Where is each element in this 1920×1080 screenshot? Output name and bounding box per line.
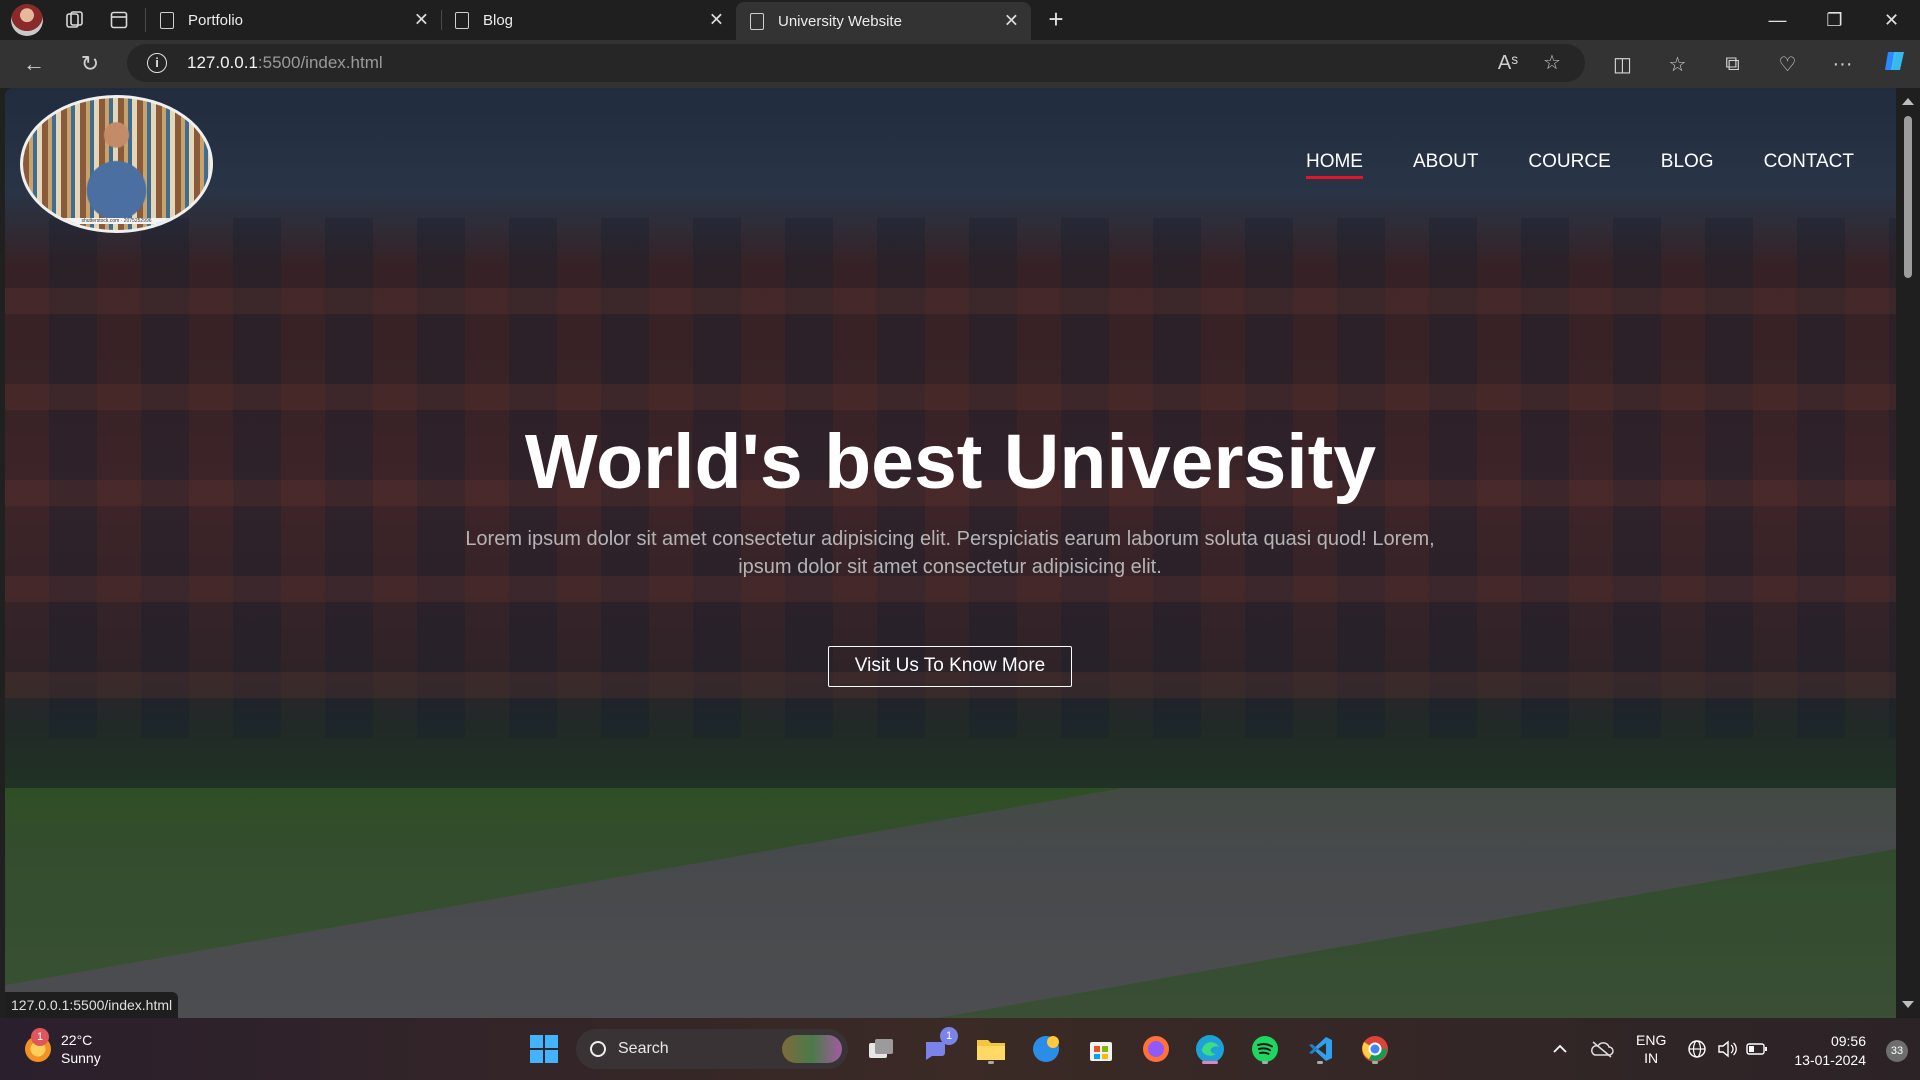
weather-text: 22°C Sunny bbox=[61, 1031, 101, 1067]
site-logo[interactable]: shutterstock.com · 2075252996 bbox=[20, 95, 213, 233]
quick-assist-icon[interactable] bbox=[1028, 1031, 1064, 1067]
close-tab-icon[interactable]: ✕ bbox=[1004, 11, 1019, 32]
window-controls: — ❐ ✕ bbox=[1749, 0, 1920, 40]
split-screen-icon[interactable]: ◫ bbox=[1595, 52, 1650, 77]
favorites-icon[interactable]: ☆ bbox=[1650, 52, 1705, 77]
status-url-tooltip: 127.0.0.1:5500/index.html bbox=[5, 992, 179, 1018]
hero-headline: World's best University bbox=[524, 419, 1377, 505]
task-view-icon[interactable] bbox=[863, 1031, 899, 1067]
browser-toolbar: ← ↻ i 127.0.0.1:5500/index.html Aˢ ☆ ◫ ☆… bbox=[0, 40, 1920, 88]
browser-tab-strip: Portfolio ✕ Blog ✕ University Website ✕ … bbox=[0, 0, 1920, 40]
weather-temp: 22°C bbox=[61, 1032, 93, 1048]
taskbar-search[interactable]: Search bbox=[576, 1029, 848, 1069]
page-scrollbar[interactable] bbox=[1896, 88, 1920, 1018]
minimize-icon[interactable]: — bbox=[1749, 0, 1806, 40]
tab-title: Blog bbox=[483, 11, 514, 29]
copilot-icon[interactable] bbox=[1870, 48, 1920, 80]
running-indicator bbox=[1372, 1061, 1378, 1064]
tab-university-website[interactable]: University Website ✕ bbox=[736, 2, 1031, 40]
taskbar-clock[interactable]: 09:56 13-01-2024 bbox=[1794, 1032, 1866, 1070]
microsoft-store-icon[interactable] bbox=[1083, 1031, 1119, 1067]
show-hidden-icons[interactable] bbox=[1552, 1018, 1568, 1080]
read-aloud-icon[interactable]: Aˢ bbox=[1495, 50, 1521, 76]
tab-title: University Website bbox=[778, 12, 902, 30]
close-window-icon[interactable]: ✕ bbox=[1863, 0, 1920, 40]
page-icon bbox=[750, 12, 764, 30]
battery-icon[interactable] bbox=[1746, 1018, 1768, 1080]
nav-home[interactable]: HOME bbox=[1305, 151, 1363, 179]
teams-badge: 1 bbox=[940, 1027, 958, 1045]
url-path: :5500/index.html bbox=[257, 53, 383, 72]
tab-portfolio[interactable]: Portfolio ✕ bbox=[146, 0, 442, 40]
page-viewport: shutterstock.com · 2075252996 HOME ABOUT… bbox=[5, 88, 1896, 1018]
back-arrow-icon[interactable]: ← bbox=[18, 48, 50, 80]
site-info-icon[interactable]: i bbox=[147, 53, 167, 73]
new-tab-button[interactable]: + bbox=[1041, 5, 1071, 35]
main-nav: HOME ABOUT COURCE BLOG CONTACT bbox=[1305, 151, 1854, 179]
volume-icon[interactable] bbox=[1717, 1018, 1737, 1080]
firefox-icon[interactable] bbox=[1138, 1031, 1174, 1067]
network-icon[interactable] bbox=[1687, 1018, 1707, 1080]
hero-description: Lorem ipsum dolor sit amet consectetur a… bbox=[465, 528, 1435, 578]
file-explorer-icon[interactable] bbox=[973, 1031, 1009, 1067]
weather-widget[interactable]: 1 22°C Sunny bbox=[25, 1028, 101, 1067]
more-options-icon[interactable]: ··· bbox=[1815, 53, 1870, 76]
toolbar-actions: ◫ ☆ ⧉ ♡ ··· bbox=[1595, 40, 1920, 88]
page-icon bbox=[455, 11, 469, 29]
address-bar[interactable]: i 127.0.0.1:5500/index.html Aˢ ☆ bbox=[127, 44, 1585, 82]
search-label: Search bbox=[618, 1040, 669, 1057]
profile-avatar[interactable] bbox=[11, 4, 43, 36]
running-indicator bbox=[1262, 1061, 1268, 1064]
windows-taskbar: 1 22°C Sunny Search 1 ENG IN 09:56 13-01… bbox=[0, 1018, 1920, 1080]
running-indicator bbox=[988, 1061, 994, 1064]
nav-contact[interactable]: CONTACT bbox=[1764, 151, 1854, 179]
language-code: ENG bbox=[1636, 1032, 1667, 1048]
search-icon bbox=[590, 1041, 606, 1057]
tab-blog[interactable]: Blog ✕ bbox=[441, 0, 736, 40]
teams-chat-icon[interactable]: 1 bbox=[918, 1027, 958, 1067]
nav-blog[interactable]: BLOG bbox=[1661, 151, 1714, 179]
search-highlight-image bbox=[782, 1035, 842, 1063]
tab-title: Portfolio bbox=[188, 11, 244, 29]
url-host: 127.0.0.1 bbox=[187, 53, 258, 72]
logo-watermark: shutterstock.com · 2075252996 bbox=[23, 218, 210, 224]
scroll-down-arrow-icon[interactable] bbox=[1902, 1001, 1914, 1008]
clock-time: 09:56 bbox=[1830, 1033, 1866, 1049]
spotify-icon[interactable] bbox=[1247, 1031, 1283, 1067]
visit-us-button[interactable]: Visit Us To Know More bbox=[828, 646, 1072, 687]
browser-essentials-icon[interactable]: ♡ bbox=[1760, 52, 1815, 77]
region-code: IN bbox=[1644, 1050, 1659, 1066]
page-icon bbox=[160, 11, 174, 29]
chrome-icon[interactable] bbox=[1357, 1031, 1393, 1067]
campus-lawn bbox=[5, 788, 1896, 1018]
favorite-star-icon[interactable]: ☆ bbox=[1539, 50, 1565, 76]
active-app-indicator bbox=[1202, 1061, 1218, 1064]
scroll-up-arrow-icon[interactable] bbox=[1902, 98, 1914, 105]
weather-badge: 1 bbox=[31, 1028, 49, 1046]
collections-icon[interactable]: ⧉ bbox=[1705, 53, 1760, 76]
vscode-icon[interactable] bbox=[1302, 1031, 1338, 1067]
close-tab-icon[interactable]: ✕ bbox=[414, 10, 429, 31]
refresh-icon[interactable]: ↻ bbox=[74, 48, 106, 80]
restore-icon[interactable]: ❐ bbox=[1806, 0, 1863, 40]
weather-desc: Sunny bbox=[61, 1050, 101, 1066]
clock-date: 13-01-2024 bbox=[1794, 1052, 1866, 1068]
tab-actions-icon[interactable] bbox=[107, 8, 131, 32]
nav-cource[interactable]: COURCE bbox=[1528, 151, 1610, 179]
edge-icon[interactable] bbox=[1192, 1031, 1228, 1067]
sun-icon: 1 bbox=[25, 1028, 51, 1062]
workspaces-icon[interactable] bbox=[63, 8, 87, 32]
onedrive-offline-icon[interactable] bbox=[1590, 1018, 1614, 1080]
scrollbar-thumb[interactable] bbox=[1904, 116, 1912, 278]
close-tab-icon[interactable]: ✕ bbox=[709, 10, 724, 31]
nav-about[interactable]: ABOUT bbox=[1413, 151, 1478, 179]
running-indicator bbox=[1317, 1061, 1323, 1064]
language-indicator[interactable]: ENG IN bbox=[1636, 1018, 1666, 1080]
start-windows-icon[interactable] bbox=[526, 1031, 562, 1067]
notification-count-badge[interactable]: 33 bbox=[1886, 1040, 1908, 1062]
